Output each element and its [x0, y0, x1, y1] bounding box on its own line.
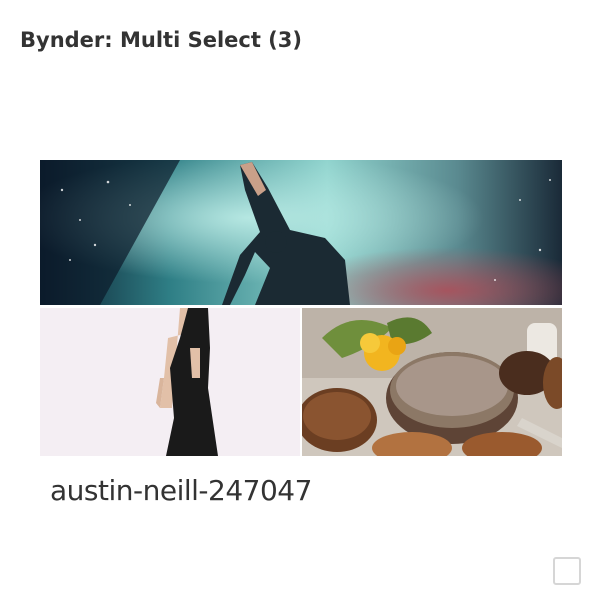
image-gallery [40, 160, 562, 456]
image-tile-bread[interactable] [302, 308, 562, 456]
image-tile-concert[interactable] [40, 160, 562, 305]
select-checkbox[interactable] [553, 557, 581, 585]
image-tile-fashion[interactable] [40, 308, 300, 456]
page-title: Bynder: Multi Select (3) [20, 28, 302, 52]
fashion-photo-icon [40, 308, 300, 456]
concert-photo-icon [40, 160, 562, 305]
bread-photo-icon [302, 308, 562, 456]
selected-asset-name: austin-neill-247047 [50, 474, 312, 507]
